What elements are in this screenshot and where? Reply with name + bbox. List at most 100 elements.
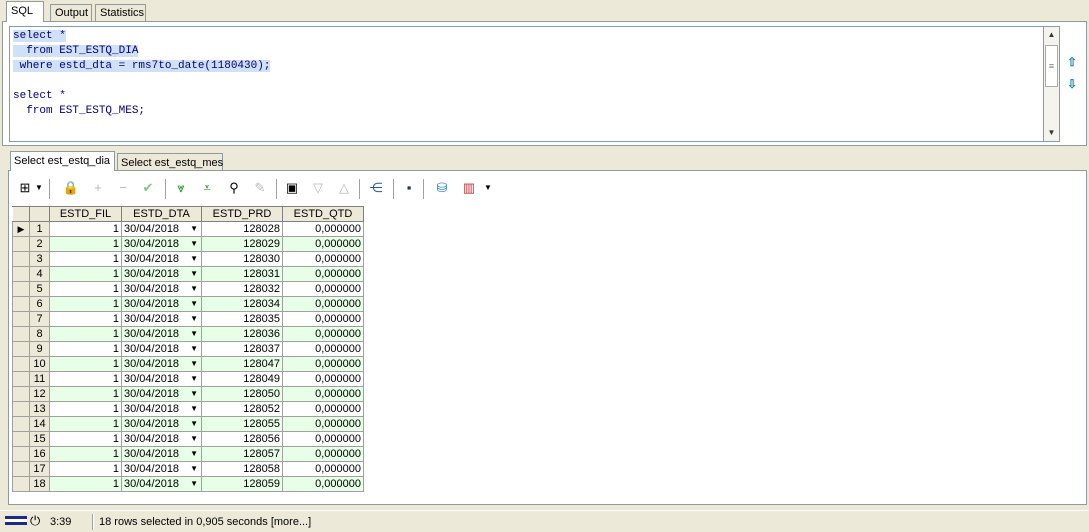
cell-estd-fil[interactable]: 1 — [49, 386, 122, 402]
row-number[interactable]: 18 — [29, 476, 50, 492]
cell-estd-dta[interactable]: 30/04/2018 ▼ — [121, 281, 202, 297]
scroll-thumb[interactable]: ≡ — [1045, 45, 1058, 87]
cell-estd-prd[interactable]: 128035 — [201, 311, 283, 327]
date-dropdown-icon[interactable]: ▼ — [190, 238, 198, 251]
cell-estd-qtd[interactable]: 0,000000 — [282, 311, 364, 327]
cell-estd-dta[interactable]: 30/04/2018 ▼ — [121, 461, 202, 477]
cell-estd-dta[interactable]: 30/04/2018 ▼ — [121, 356, 202, 372]
row-number[interactable]: 4 — [29, 266, 50, 282]
row-number[interactable]: 1 — [29, 221, 50, 237]
cell-estd-prd[interactable]: 128056 — [201, 431, 283, 447]
scroll-down-icon[interactable]: ▼ — [1044, 125, 1059, 141]
chart-dropdown-icon[interactable]: ▼ — [484, 179, 492, 197]
cell-estd-qtd[interactable]: 0,000000 — [282, 326, 364, 342]
cell-estd-dta[interactable]: 30/04/2018 ▼ — [121, 341, 202, 357]
cell-estd-dta[interactable]: 30/04/2018 ▼ — [121, 476, 202, 492]
cell-estd-prd[interactable]: 128049 — [201, 371, 283, 387]
cell-estd-qtd[interactable]: 0,000000 — [282, 341, 364, 357]
row-number[interactable]: 15 — [29, 431, 50, 447]
tab-statistics[interactable]: Statistics — [95, 4, 146, 21]
cell-estd-prd[interactable]: 128028 — [201, 221, 283, 237]
table-row[interactable]: 5 1 30/04/2018 ▼ 128032 0,000000 — [12, 281, 364, 297]
cell-estd-prd[interactable]: 128055 — [201, 416, 283, 432]
date-dropdown-icon[interactable]: ▼ — [190, 298, 198, 311]
table-row[interactable]: 9 1 30/04/2018 ▼ 128037 0,000000 — [12, 341, 364, 357]
row-number[interactable]: 8 — [29, 326, 50, 342]
cell-estd-qtd[interactable]: 0,000000 — [282, 446, 364, 462]
cell-estd-qtd[interactable]: 0,000000 — [282, 416, 364, 432]
table-row[interactable]: 2 1 30/04/2018 ▼ 128029 0,000000 — [12, 236, 364, 252]
check-icon[interactable]: ✔ — [139, 179, 157, 197]
chart-icon[interactable]: ▥ — [460, 179, 478, 197]
previous-statement-icon[interactable]: ⇧ — [1065, 55, 1079, 69]
cell-estd-dta[interactable]: 30/04/2018 ▼ — [121, 386, 202, 402]
cell-estd-prd[interactable]: 128034 — [201, 296, 283, 312]
cell-estd-qtd[interactable]: 0,000000 — [282, 221, 364, 237]
row-number[interactable]: 10 — [29, 356, 50, 372]
cell-estd-qtd[interactable]: 0,000000 — [282, 461, 364, 477]
fetch-next-icon[interactable]: ⩔ — [172, 179, 190, 197]
cell-estd-fil[interactable]: 1 — [49, 416, 122, 432]
status-message[interactable]: 18 rows selected in 0,905 seconds [more.… — [99, 515, 311, 529]
table-row[interactable]: 13 1 30/04/2018 ▼ 128052 0,000000 — [12, 401, 364, 417]
row-number[interactable]: 3 — [29, 251, 50, 267]
cell-estd-fil[interactable]: 1 — [49, 311, 122, 327]
cell-estd-prd[interactable]: 128030 — [201, 251, 283, 267]
table-row[interactable]: 15 1 30/04/2018 ▼ 128056 0,000000 — [12, 431, 364, 447]
header-estd-dta[interactable]: ESTD_DTA — [121, 206, 202, 222]
date-dropdown-icon[interactable]: ▼ — [190, 388, 198, 401]
cell-estd-dta[interactable]: 30/04/2018 ▼ — [121, 416, 202, 432]
cell-estd-fil[interactable]: 1 — [49, 446, 122, 462]
remove-icon[interactable]: − — [114, 179, 132, 197]
cell-estd-fil[interactable]: 1 — [49, 371, 122, 387]
date-dropdown-icon[interactable]: ▼ — [190, 283, 198, 296]
cell-estd-dta[interactable]: 30/04/2018 ▼ — [121, 221, 202, 237]
date-dropdown-icon[interactable]: ▼ — [190, 448, 198, 461]
table-row[interactable]: 3 1 30/04/2018 ▼ 128030 0,000000 — [12, 251, 364, 267]
cell-estd-qtd[interactable]: 0,000000 — [282, 371, 364, 387]
table-row[interactable]: 7 1 30/04/2018 ▼ 128035 0,000000 — [12, 311, 364, 327]
row-number[interactable]: 7 — [29, 311, 50, 327]
row-number[interactable]: 17 — [29, 461, 50, 477]
cell-estd-fil[interactable]: 1 — [49, 281, 122, 297]
sort-down-icon[interactable]: ▽ — [309, 179, 327, 197]
cell-estd-qtd[interactable]: 0,000000 — [282, 236, 364, 252]
row-number[interactable]: 6 — [29, 296, 50, 312]
cell-estd-dta[interactable]: 30/04/2018 ▼ — [121, 251, 202, 267]
cell-estd-fil[interactable]: 1 — [49, 326, 122, 342]
cell-estd-dta[interactable]: 30/04/2018 ▼ — [121, 236, 202, 252]
cell-estd-prd[interactable]: 128029 — [201, 236, 283, 252]
result-grid[interactable]: ESTD_FIL ESTD_DTA ESTD_PRD ESTD_QTD ▶ 1 1 3… — [12, 206, 364, 492]
cell-estd-fil[interactable]: 1 — [49, 251, 122, 267]
cell-estd-qtd[interactable]: 0,000000 — [282, 281, 364, 297]
grid-dropdown-icon[interactable]: ▼ — [35, 179, 43, 197]
cell-estd-dta[interactable]: 30/04/2018 ▼ — [121, 326, 202, 342]
add-icon[interactable]: + — [89, 179, 107, 197]
sort-up-icon[interactable]: △ — [335, 179, 353, 197]
cell-estd-fil[interactable]: 1 — [49, 236, 122, 252]
cell-estd-fil[interactable]: 1 — [49, 221, 122, 237]
row-number[interactable]: 14 — [29, 416, 50, 432]
database-icon[interactable]: ⛁ — [433, 179, 451, 197]
date-dropdown-icon[interactable]: ▼ — [190, 223, 198, 236]
row-number[interactable]: 13 — [29, 401, 50, 417]
tab-select-est-estq-dia[interactable]: Select est_estq_dia — [10, 151, 115, 171]
export-icon[interactable]: ▣ — [283, 179, 301, 197]
cell-estd-qtd[interactable]: 0,000000 — [282, 356, 364, 372]
cell-estd-qtd[interactable]: 0,000000 — [282, 401, 364, 417]
tree-icon[interactable]: ⋲ — [367, 179, 385, 197]
cell-estd-fil[interactable]: 1 — [49, 266, 122, 282]
cell-estd-qtd[interactable]: 0,000000 — [282, 251, 364, 267]
date-dropdown-icon[interactable]: ▼ — [190, 373, 198, 386]
row-number[interactable]: 9 — [29, 341, 50, 357]
cell-estd-fil[interactable]: 1 — [49, 461, 122, 477]
table-row[interactable]: 4 1 30/04/2018 ▼ 128031 0,000000 — [12, 266, 364, 282]
row-number[interactable]: 16 — [29, 446, 50, 462]
date-dropdown-icon[interactable]: ▼ — [190, 328, 198, 341]
header-estd-fil[interactable]: ESTD_FIL — [49, 206, 122, 222]
cell-estd-qtd[interactable]: 0,000000 — [282, 431, 364, 447]
grid-icon[interactable]: ⊞ — [16, 179, 34, 197]
table-row[interactable]: 12 1 30/04/2018 ▼ 128050 0,000000 — [12, 386, 364, 402]
find-icon[interactable]: ⚲ — [225, 179, 243, 197]
cell-estd-dta[interactable]: 30/04/2018 ▼ — [121, 431, 202, 447]
